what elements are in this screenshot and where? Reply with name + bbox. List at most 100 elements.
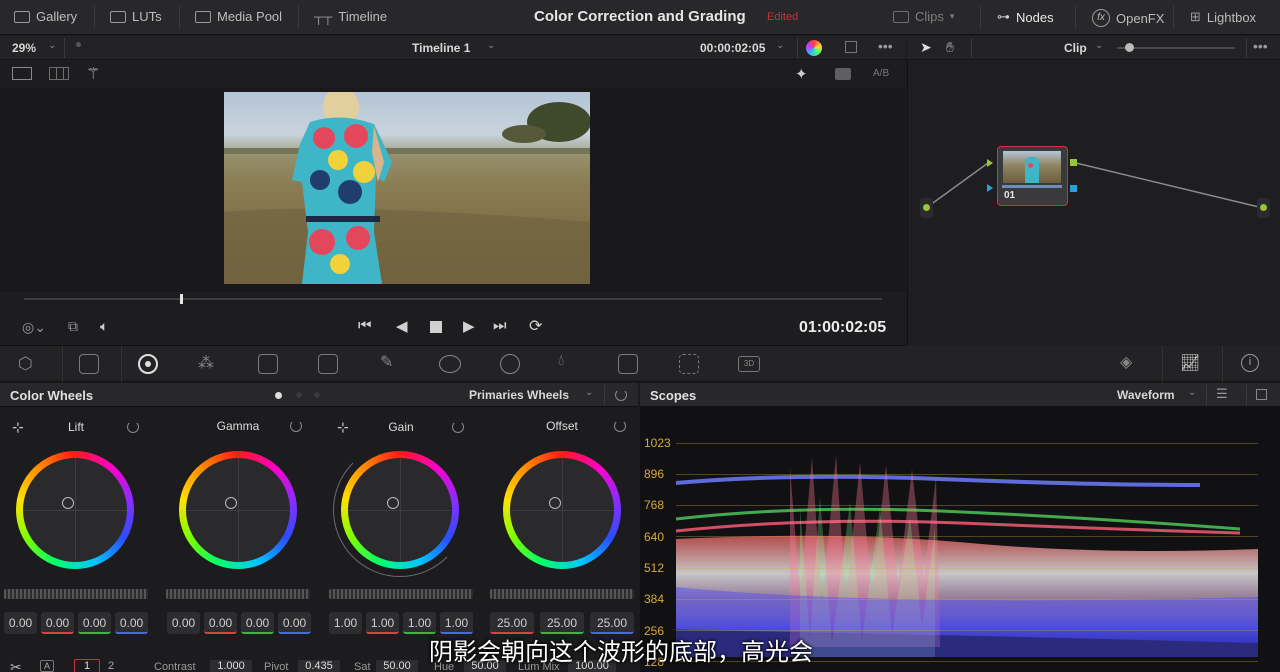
offset-master-wheel[interactable] (490, 589, 634, 599)
gamma-r-value[interactable]: 0.00 (204, 612, 237, 634)
offset-b-value[interactable]: 25.00 (590, 612, 634, 634)
alpha-output-icon[interactable] (1070, 185, 1077, 192)
lift-b-value[interactable]: 0.00 (115, 612, 148, 634)
gamma-b-value[interactable]: 0.00 (278, 612, 311, 634)
reset-lift-icon[interactable] (127, 421, 139, 433)
pivot-value[interactable]: 0.435 (298, 660, 340, 672)
chevron-down-icon[interactable]: ⌄ (1095, 40, 1103, 51)
stop-icon[interactable] (430, 321, 442, 333)
gamma-wheel[interactable] (179, 451, 297, 569)
gain-wheel[interactable] (341, 451, 459, 569)
scrubber-track[interactable] (24, 298, 882, 300)
gamma-g-value[interactable]: 0.00 (241, 612, 274, 634)
lightbox-button[interactable]: ⊞ Lightbox (1190, 9, 1256, 25)
offset-r-value[interactable]: 25.00 (490, 612, 534, 634)
luts-button[interactable]: LUTs (110, 9, 162, 24)
key-icon[interactable] (618, 354, 638, 374)
source-input[interactable] (920, 198, 933, 218)
offset-g-value[interactable]: 25.00 (540, 612, 584, 634)
pointer-icon[interactable]: ➤ (920, 39, 932, 56)
fullscreen-icon[interactable] (845, 41, 857, 53)
window-icon[interactable] (439, 355, 461, 373)
wheels-mode-select[interactable]: Primaries Wheels (469, 388, 569, 402)
magic-wand-icon[interactable]: ⚚ (86, 64, 100, 84)
chevron-down-icon[interactable]: ⌄ (487, 40, 495, 51)
lift-r-value[interactable]: 0.00 (41, 612, 74, 634)
offset-wheel[interactable] (503, 451, 621, 569)
auto-icon[interactable]: A (40, 660, 54, 672)
sparkle-icon[interactable]: ✦ (795, 65, 808, 83)
3d-icon[interactable]: 3D (738, 356, 760, 372)
gamma-y-value[interactable]: 0.00 (167, 612, 200, 634)
lift-wheel[interactable] (16, 451, 134, 569)
wipe-icon[interactable] (835, 68, 851, 80)
camera-raw-icon[interactable]: ⬡ (18, 354, 33, 374)
lift-y-value[interactable]: 0.00 (4, 612, 37, 634)
corrector-node-01[interactable]: 01 (997, 146, 1068, 206)
go-to-start-icon[interactable]: ⏮︎ (358, 317, 372, 334)
page-dot[interactable] (314, 392, 320, 398)
chevron-down-icon[interactable]: ⌄ (585, 387, 593, 398)
contrast-value[interactable]: 1.000 (210, 660, 252, 672)
lift-master-wheel[interactable] (4, 589, 148, 599)
play-icon[interactable]: ▶︎ (463, 317, 475, 335)
volume-icon[interactable]: 🔈︎ (100, 318, 108, 335)
tracker-icon[interactable] (500, 354, 520, 374)
gain-g-value[interactable]: 1.00 (403, 612, 436, 634)
gallery-view-icon[interactable] (49, 67, 69, 80)
rgb-output-icon[interactable] (1070, 159, 1077, 166)
reset-gain-icon[interactable] (452, 421, 464, 433)
reverse-play-icon[interactable]: ◀︎ (396, 317, 408, 335)
keyframes-icon[interactable]: ◈ (1120, 352, 1132, 372)
gain-y-value[interactable]: 1.00 (329, 612, 362, 634)
rgb-input-icon[interactable] (987, 159, 993, 167)
motion-effects-icon[interactable] (258, 354, 278, 374)
more-options-icon[interactable]: ••• (1253, 38, 1268, 54)
node-mode-select[interactable]: Clip (1064, 41, 1087, 55)
chevron-down-icon[interactable]: ⌄ (48, 40, 56, 51)
gallery-button[interactable]: Gallery (14, 9, 77, 24)
openfx-button[interactable]: fx OpenFX (1092, 9, 1164, 27)
hand-icon[interactable]: ✋︎ (946, 39, 954, 56)
rgb-mixer-icon[interactable]: ⁂ (198, 353, 214, 373)
playhead[interactable] (180, 294, 183, 304)
go-to-end-icon[interactable]: ⏭︎ (493, 317, 507, 334)
expand-scope-icon[interactable] (1256, 389, 1267, 400)
slider-handle[interactable] (1125, 43, 1134, 52)
zoom-select[interactable]: 29% (12, 41, 36, 55)
node-zoom-slider[interactable] (1117, 47, 1235, 49)
nodes-button[interactable]: ⊶ Nodes (997, 9, 1054, 25)
page-2-button[interactable]: 2 (108, 660, 114, 672)
page-1-button[interactable]: 1 (74, 659, 100, 672)
scope-settings-icon[interactable]: ☰ (1216, 386, 1228, 402)
color-match-icon[interactable] (79, 354, 99, 374)
gain-r-value[interactable]: 1.00 (366, 612, 399, 634)
loop-icon[interactable]: ⟳ (529, 316, 542, 336)
blur-icon[interactable]: 💧︎ (558, 352, 564, 370)
chevron-down-icon[interactable]: ⌄ (1188, 387, 1196, 398)
curves-icon[interactable] (318, 354, 338, 374)
reset-all-icon[interactable] (615, 389, 627, 401)
color-wheels-icon[interactable] (138, 354, 158, 374)
sizing-icon[interactable] (679, 354, 699, 374)
page-dot-active[interactable] (275, 392, 282, 399)
lift-g-value[interactable]: 0.00 (78, 612, 111, 634)
scopes-icon[interactable]: 📈︎ (1180, 353, 1200, 373)
gamma-master-wheel[interactable] (166, 589, 310, 599)
scope-type-select[interactable]: Waveform (1117, 388, 1175, 402)
alpha-input-icon[interactable] (987, 184, 993, 192)
reset-gamma-icon[interactable] (290, 420, 302, 432)
sat-value[interactable]: 50.00 (376, 660, 418, 672)
viewer-mode-icon[interactable]: ◎⌄ (22, 319, 46, 336)
media-pool-button[interactable]: Media Pool (195, 9, 282, 24)
page-dot[interactable] (296, 392, 302, 398)
gain-b-value[interactable]: 1.00 (440, 612, 473, 634)
color-picker-icon[interactable] (806, 40, 822, 56)
auto-balance-icon[interactable]: ✂︎ (10, 659, 22, 672)
layers-icon[interactable]: ⧉ (68, 318, 78, 335)
qualifier-icon[interactable]: ✎ (380, 352, 393, 372)
reset-offset-icon[interactable] (614, 420, 626, 432)
output-node[interactable] (1257, 198, 1270, 218)
clips-button[interactable]: Clips ▾ (893, 9, 954, 24)
single-viewer-icon[interactable] (12, 67, 32, 80)
